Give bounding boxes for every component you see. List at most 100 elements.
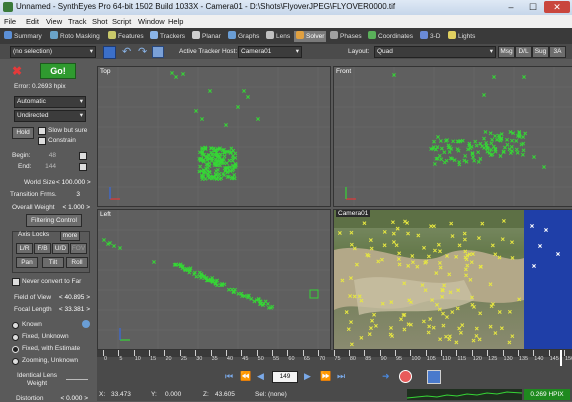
tracker-point[interactable] [514, 139, 519, 143]
tracker-point[interactable] [224, 123, 228, 127]
forward-arrow-icon[interactable]: ➜ [382, 371, 390, 382]
menu-view[interactable]: View [46, 17, 62, 26]
timeline-playhead[interactable] [560, 350, 562, 366]
prev-frame-icon[interactable]: ◀ [257, 371, 264, 382]
lock-pan-button[interactable]: Pan [16, 257, 38, 268]
close-button[interactable]: ✕ [544, 1, 570, 13]
go-button[interactable]: Go! [40, 63, 76, 79]
tracker-point[interactable] [170, 71, 174, 75]
tracker-point[interactable] [208, 89, 212, 93]
tab-trackers[interactable]: Trackers [150, 31, 185, 42]
tracker-point[interactable] [478, 141, 483, 146]
lock-fov-button[interactable]: FOV [70, 243, 87, 254]
fixed-unknown-radio[interactable] [12, 334, 19, 341]
tracker-point[interactable] [447, 150, 452, 154]
clear-icon[interactable]: ✖ [12, 64, 22, 78]
tracker-point[interactable] [442, 150, 447, 155]
menu-help[interactable]: Help [168, 17, 183, 26]
zooming-unknown-radio[interactable] [12, 358, 19, 365]
viewport-camera[interactable]: Camera01 [333, 209, 572, 350]
solver-mode-dropdown[interactable]: Automatic ▾ [14, 96, 86, 108]
tracker-point[interactable] [480, 144, 485, 149]
tracker-point[interactable] [482, 136, 486, 141]
tracker-point[interactable] [532, 155, 536, 159]
tracker-point[interactable] [478, 156, 483, 161]
menu-track[interactable]: Track [68, 17, 86, 26]
tools-icon[interactable] [152, 46, 164, 58]
tab-phases[interactable]: Phases [330, 31, 362, 42]
tracker-point[interactable] [265, 301, 270, 306]
tracker-point[interactable] [242, 294, 247, 299]
filtering-control-button[interactable]: Filtering Control [26, 214, 82, 227]
tracker-point[interactable] [493, 149, 498, 154]
world-size-value[interactable]: < 100.000 > [56, 179, 91, 186]
tracker-point[interactable] [246, 95, 250, 99]
tracker-point[interactable] [445, 138, 450, 143]
tracker-point[interactable] [222, 154, 227, 159]
frame-number-field[interactable]: 149 [272, 371, 298, 383]
tracker-point[interactable] [200, 117, 204, 121]
selection-dropdown[interactable]: (no selection) ▾ [10, 46, 96, 58]
field-of-view-value[interactable]: < 40.895 > [54, 294, 90, 301]
tracker-point[interactable] [492, 75, 496, 79]
tracker-point[interactable] [221, 171, 226, 176]
end-checkbox[interactable] [79, 163, 87, 171]
tracker-point[interactable] [152, 260, 156, 264]
tab-lights[interactable]: Lights [448, 31, 475, 42]
maximize-button[interactable]: ☐ [522, 1, 544, 13]
transition-frms-value[interactable]: 3 [60, 191, 80, 198]
tracker-point[interactable] [436, 135, 440, 139]
tracker-point[interactable] [495, 137, 499, 142]
slow-but-sure-checkbox[interactable] [38, 127, 46, 135]
tracker-point[interactable] [490, 137, 495, 142]
tracker-point[interactable] [505, 137, 509, 142]
go-to-start-icon[interactable]: ⏮ [225, 371, 233, 382]
tracker-point[interactable] [432, 161, 437, 166]
tab-roto-masking[interactable]: Roto Masking [50, 31, 100, 42]
minimize-button[interactable]: – [500, 1, 522, 13]
tracker-point[interactable] [505, 142, 510, 147]
tracker-point[interactable] [507, 147, 512, 152]
tracker-point[interactable] [489, 147, 494, 152]
tab-3d[interactable]: 3-D [420, 31, 440, 42]
hold-button[interactable]: Hold [12, 127, 34, 139]
timeline[interactable]: 0 5 10 15 20 25 30 35 40 45 50 55 60 65 70 75 80 85 90 95 10… [97, 350, 572, 366]
tab-coordinates[interactable]: Coordinates [368, 31, 413, 42]
next-frame-icon[interactable]: ⏩ [320, 371, 331, 382]
lens-icon[interactable] [82, 320, 90, 328]
tracker-point[interactable] [194, 109, 198, 113]
constrain-checkbox[interactable] [38, 137, 46, 145]
dl-button[interactable]: D/L [515, 46, 532, 58]
tab-solver[interactable]: Solver [294, 31, 327, 42]
tracker-point[interactable] [226, 287, 231, 292]
3a-button[interactable]: 3A [549, 46, 566, 58]
tracker-point[interactable] [266, 305, 271, 310]
tracker-point[interactable] [256, 117, 260, 121]
tracker-point[interactable] [118, 246, 122, 250]
fixed-with-estimate-radio[interactable] [12, 346, 19, 353]
tracker-point[interactable] [474, 143, 479, 148]
tracker-point[interactable] [174, 75, 178, 79]
more-button[interactable]: more [60, 231, 80, 241]
tracker-point[interactable] [488, 131, 493, 136]
tracker-point[interactable] [521, 148, 526, 153]
msg-button[interactable]: Msg [498, 46, 515, 58]
begin-value[interactable]: 48 [44, 152, 56, 159]
tracker-point[interactable] [444, 158, 449, 163]
menu-shot[interactable]: Shot [92, 17, 107, 26]
layout-dropdown[interactable]: Quad ▾ [374, 46, 496, 58]
lock-lr-button[interactable]: L/R [16, 243, 33, 254]
tab-planar[interactable]: Planar [192, 31, 221, 42]
tracker-point[interactable] [457, 162, 462, 167]
tab-summary[interactable]: Summary [4, 31, 42, 42]
tracker-point[interactable] [463, 153, 468, 158]
lens-weight-slider[interactable] [66, 379, 88, 380]
redo-icon[interactable]: ↷ [138, 45, 147, 58]
play-icon[interactable]: ▶ [304, 371, 311, 382]
undo-icon[interactable]: ↶ [122, 45, 131, 58]
begin-checkbox[interactable] [79, 152, 87, 160]
tracker-point[interactable] [499, 132, 504, 137]
tracker-point[interactable] [498, 154, 503, 158]
tracker-point[interactable] [230, 156, 235, 161]
menu-window[interactable]: Window [138, 17, 165, 26]
